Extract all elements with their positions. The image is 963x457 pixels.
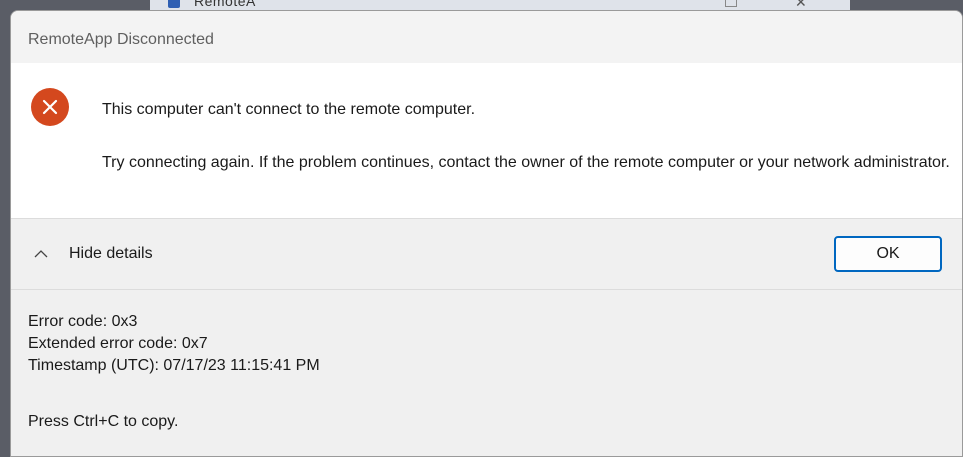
dialog-content: This computer can't connect to the remot… xyxy=(11,63,962,219)
app-icon xyxy=(168,0,180,8)
extended-error-code-text: Extended error code: 0x7 xyxy=(28,335,208,352)
dialog-titlebar[interactable]: RemoteApp Disconnected xyxy=(11,11,962,63)
background-window-title: RemoteA xyxy=(194,0,256,9)
copy-hint-text: Press Ctrl+C to copy. xyxy=(28,413,179,430)
error-dialog: RemoteApp Disconnected This computer can… xyxy=(10,10,963,457)
button-row: Hide details OK xyxy=(11,219,962,290)
hide-details-toggle[interactable]: Hide details xyxy=(31,241,153,267)
error-x-icon xyxy=(31,88,69,126)
error-details: Error code: 0x3 Extended error code: 0x7… xyxy=(28,311,320,377)
ok-button[interactable]: OK xyxy=(834,236,942,272)
content-message: Try connecting again. If the problem con… xyxy=(102,154,950,171)
hide-details-label: Hide details xyxy=(69,245,153,262)
maximize-icon[interactable] xyxy=(725,0,737,7)
details-panel: Error code: 0x3 Extended error code: 0x7… xyxy=(11,290,962,456)
timestamp-text: Timestamp (UTC): 07/17/23 11:15:41 PM xyxy=(28,357,320,374)
main-instruction: This computer can't connect to the remot… xyxy=(102,101,476,118)
chevron-up-icon xyxy=(31,248,51,260)
error-code-text: Error code: 0x3 xyxy=(28,313,138,330)
dialog-title: RemoteApp Disconnected xyxy=(28,31,214,48)
